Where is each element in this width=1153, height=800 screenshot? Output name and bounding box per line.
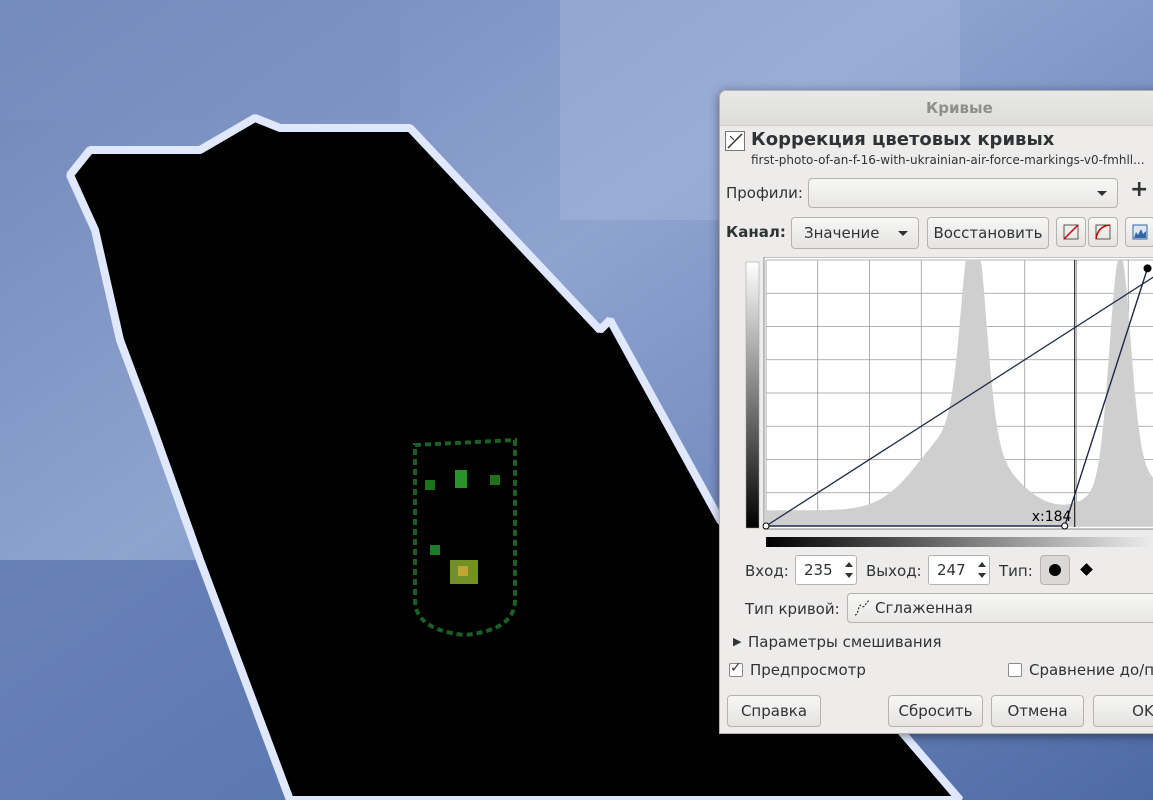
header-subtitle: first-photo-of-an-f-16-with-ukrainian-ai… — [751, 153, 1145, 167]
input-value: 235 — [804, 561, 833, 579]
header-title: Коррекция цветовых кривых — [751, 129, 1055, 150]
corner-point-button[interactable] — [1072, 555, 1102, 585]
expander-arrow-icon[interactable]: ▶ — [733, 635, 741, 648]
histogram-button[interactable] — [1125, 217, 1153, 247]
spin-down-icon[interactable] — [845, 573, 853, 578]
output-gradient-bar — [745, 261, 760, 529]
output-spinbutton[interactable]: 247 — [928, 555, 990, 585]
smooth-point-button[interactable] — [1040, 555, 1070, 585]
channel-combo[interactable]: Значение — [791, 217, 919, 249]
histogram-icon — [1132, 224, 1148, 240]
spin-down-icon[interactable] — [978, 573, 986, 578]
spin-up-icon[interactable] — [845, 562, 853, 567]
curve-control-point[interactable] — [1143, 264, 1152, 273]
input-gradient-bar — [766, 537, 1153, 547]
linear-histogram-icon — [1063, 224, 1079, 240]
smooth-curve-icon — [854, 600, 870, 616]
input-label: Вход: — [745, 562, 789, 580]
presets-combo[interactable] — [808, 178, 1118, 208]
curve-control-point[interactable] — [762, 522, 770, 530]
curve-type-label: Тип кривой: — [745, 600, 840, 618]
log-histogram-button[interactable] — [1088, 217, 1118, 247]
output-value: 247 — [937, 561, 966, 579]
curves-icon — [725, 131, 745, 151]
linear-histogram-button[interactable] — [1056, 217, 1086, 247]
point-type-label: Тип: — [999, 562, 1033, 580]
diamond-icon — [1080, 563, 1093, 576]
window-title[interactable]: Кривые — [720, 91, 1153, 126]
dialog-header: Коррекция цветовых кривых first-photo-of… — [720, 127, 1153, 171]
split-view-checkbox[interactable] — [1008, 663, 1022, 677]
reset-button[interactable]: Сбросить — [888, 695, 983, 727]
ok-button[interactable]: OK — [1093, 695, 1153, 727]
chevron-down-icon — [898, 231, 908, 236]
log-histogram-icon — [1095, 224, 1111, 240]
preview-label: Предпросмотр — [750, 661, 866, 679]
curve-type-combo[interactable]: Сглаженная — [847, 593, 1153, 623]
curve-graph[interactable]: x:184 — [744, 257, 1153, 549]
help-button[interactable]: Справка — [727, 695, 821, 727]
preview-checkbox[interactable] — [729, 660, 743, 677]
add-preset-button[interactable]: + — [1130, 177, 1148, 202]
channel-value: Значение — [804, 224, 880, 242]
reset-channel-button[interactable]: Восстановить — [927, 217, 1049, 249]
input-spinbutton[interactable]: 235 — [795, 555, 857, 585]
split-view-label: Сравнение до/по — [1029, 661, 1153, 679]
output-label: Выход: — [866, 562, 922, 580]
chevron-down-icon — [1097, 191, 1107, 196]
cancel-button[interactable]: Отмена — [991, 695, 1084, 727]
curves-dialog: Кривые Коррекция цветовых кривых first-p… — [719, 90, 1153, 734]
circle-icon — [1049, 564, 1061, 576]
channel-label: Канал: — [726, 223, 786, 241]
presets-label: Профили: — [726, 184, 803, 202]
curve-type-value: Сглаженная — [875, 599, 973, 617]
spin-up-icon[interactable] — [978, 562, 986, 567]
blending-options-expander[interactable]: Параметры смешивания — [748, 633, 941, 651]
cursor-readout: x:184 — [1032, 509, 1072, 525]
